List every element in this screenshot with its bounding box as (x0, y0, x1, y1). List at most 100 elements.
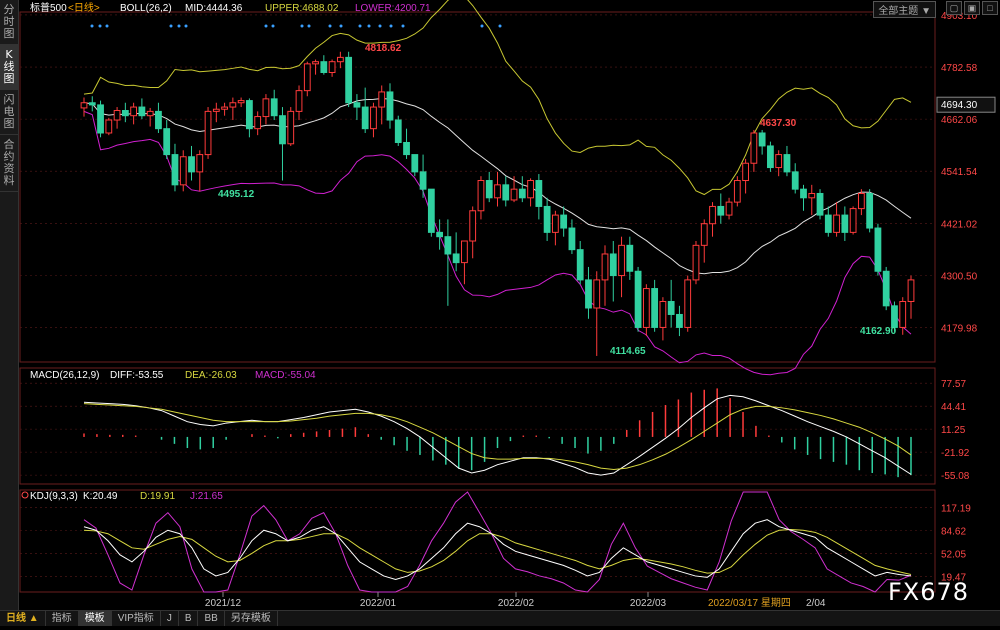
kdj-axis-tick-right: 117.19 (941, 504, 971, 515)
period-selector[interactable]: 日线 ▲ (0, 611, 46, 626)
candle-up (684, 279, 692, 328)
chart-period: <日线> (68, 1, 100, 14)
time-axis-tail-label: 2/04 (806, 598, 826, 609)
candle-down (171, 154, 179, 186)
window-restore-icon[interactable]: ▣ (964, 1, 980, 15)
bottom-tab-b[interactable]: B (179, 611, 199, 626)
candle-up (849, 208, 857, 233)
kdj-j-line (83, 491, 912, 593)
theme-dropdown[interactable]: 全部主题 ▼ (873, 1, 936, 18)
candle-down (758, 132, 766, 147)
boll-upper-value: UPPER:4688.02 (265, 3, 339, 14)
macd-macd-value: MACD:-55.04 (255, 370, 316, 381)
candle-down (270, 98, 278, 117)
candle-up (130, 106, 138, 117)
candle-down (543, 205, 551, 233)
sidebar-tab-timeshare[interactable]: 分时图 (0, 0, 18, 45)
bottom-tab-save-template[interactable]: 另存模板 (225, 611, 278, 626)
candle-down (188, 156, 195, 173)
candle-down (518, 188, 526, 199)
candle-up (510, 188, 518, 201)
candle-up (336, 56, 344, 63)
bottom-tab-bb[interactable]: BB (198, 611, 225, 626)
macd-axis-tick-right: 11.25 (941, 425, 966, 436)
candle-down (353, 102, 361, 108)
macd-panel-frame (19, 367, 936, 485)
kdj-d-line (83, 529, 912, 576)
time-cursor-label: 2022/03/17 星期四 (708, 597, 791, 609)
signal-dot (98, 24, 102, 28)
sidebar-tab-kline[interactable]: K线图 (0, 45, 18, 90)
candle-down (791, 171, 799, 190)
kdj-title: KDJ(9,3,3) (30, 491, 78, 502)
window-maximize-icon[interactable]: □ (982, 1, 998, 15)
candle-down (585, 279, 592, 309)
window-minimize-icon[interactable]: ▢ (946, 1, 962, 15)
macd-title: MACD(26,12,9) (30, 370, 99, 381)
sidebar-tab-contract[interactable]: 合约资料 (0, 135, 18, 192)
candle-up (196, 154, 204, 173)
sidebar-tab-flash[interactable]: 闪电图 (0, 90, 18, 135)
candle-up (80, 102, 88, 109)
candle-down (891, 305, 898, 328)
annotation-high-1: 4818.62 (365, 43, 402, 54)
candle-down (634, 270, 642, 328)
candle-up (700, 223, 708, 246)
candle-down (386, 91, 394, 121)
signal-dot (90, 24, 94, 28)
candle-down (320, 61, 328, 73)
macd-axis-tick-right: 44.41 (941, 402, 966, 413)
candle-up (601, 253, 609, 281)
price-axis-tick-right: 4300.50 (941, 271, 978, 282)
kdj-panel-frame (19, 489, 936, 593)
theme-dropdown-label: 全部主题 (878, 6, 919, 17)
chevron-down-icon: ▼ (921, 6, 931, 17)
candle-up (527, 180, 534, 199)
kdj-k-line (83, 519, 912, 580)
price-axis-tick-right: 4421.02 (941, 219, 978, 230)
candle-up (494, 184, 501, 199)
candle-up (113, 110, 121, 121)
candle-up (179, 156, 187, 186)
candle-down (427, 188, 435, 233)
candle-down (568, 227, 576, 251)
candle-up (229, 102, 237, 108)
signal-dot (389, 24, 393, 28)
candle-up (469, 210, 477, 242)
candle-up (295, 90, 303, 112)
bottom-tab-indicator[interactable]: 指标 (46, 611, 79, 626)
candle-down (403, 141, 410, 156)
candle-down (535, 180, 543, 207)
candle-down (163, 128, 171, 156)
signal-dot (367, 24, 371, 28)
candle-down (576, 249, 584, 281)
left-sidebar: 分时图 K线图 闪电图 合约资料 (0, 0, 19, 625)
signal-dot (358, 24, 362, 28)
kdj-d-value: D:19.91 (140, 491, 175, 502)
macd-diff-value: DIFF:-53.55 (110, 370, 164, 381)
bottom-tab-j[interactable]: J (161, 611, 179, 626)
price-axis-tick-right: 4179.98 (941, 323, 978, 334)
candle-up (105, 119, 113, 134)
candle-up (312, 61, 319, 65)
candle-down (609, 253, 617, 277)
candle-down (436, 231, 444, 238)
candle-up (725, 201, 733, 216)
price-axis-tick-right: 4782.58 (941, 63, 978, 74)
candle-up (659, 301, 667, 328)
candle-down (651, 288, 659, 328)
price-axis-tick-right: 4541.54 (941, 167, 978, 178)
candle-up (287, 110, 295, 145)
signal-dot (401, 24, 405, 28)
bottom-tab-vip[interactable]: VIP指标 (112, 611, 161, 626)
candle-up (709, 205, 716, 225)
candle-up (642, 288, 650, 328)
bottom-tab-template[interactable]: 模板 (78, 611, 112, 626)
chart-stage: 4903.104903.104782.584782.584662.064662.… (0, 0, 1000, 625)
candle-up (808, 192, 816, 199)
candle-up (221, 106, 228, 110)
signal-dot (300, 24, 304, 28)
macd-dea-value: DEA:-26.03 (185, 370, 237, 381)
candle-down (394, 119, 402, 143)
candle-up (461, 240, 468, 264)
